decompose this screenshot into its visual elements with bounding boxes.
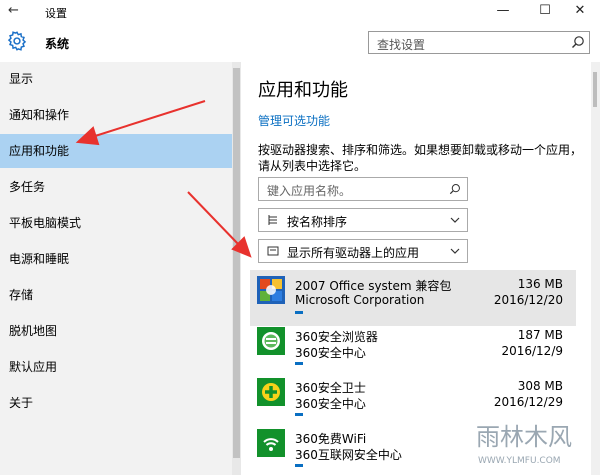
settings-header: 系统 查找设置 <box>0 24 600 62</box>
sidebar-item-label: 应用和功能 <box>9 144 70 158</box>
sidebar-item[interactable]: 默认应用 <box>0 350 232 384</box>
app-name: 360安全卫士 <box>295 381 366 395</box>
section-title: 系统 <box>45 37 70 51</box>
sort-label: 按名称排序 <box>287 215 348 229</box>
minimize-button[interactable]: — <box>483 0 523 24</box>
app-search-input[interactable]: 键入应用名称。 <box>258 177 468 201</box>
settings-search-placeholder: 查找设置 <box>377 38 426 52</box>
app-size: 308 MB <box>517 379 563 393</box>
sidebar-item-label: 显示 <box>9 72 34 86</box>
gear-icon <box>7 31 27 51</box>
sidebar-item-label: 存储 <box>9 288 34 302</box>
chevron-down-icon <box>450 248 460 254</box>
sidebar-item[interactable]: 多任务 <box>0 170 232 204</box>
close-button[interactable]: ✕ <box>560 0 600 24</box>
office-icon <box>257 276 285 304</box>
360-browser-icon <box>257 327 285 355</box>
sidebar-item-label: 通知和操作 <box>9 108 70 122</box>
description-text: 按驱动器搜索、排序和筛选。如果想要卸载或移动一个应用，请从列表中选择它。 <box>258 143 583 173</box>
sidebar-item-label: 多任务 <box>9 180 46 194</box>
sidebar-scroll-thumb[interactable] <box>233 68 240 458</box>
sidebar-item[interactable]: 应用和功能 <box>0 134 232 168</box>
app-list-item[interactable]: 360安全浏览器 360安全中心 187 MB 2016/12/9 <box>250 321 576 377</box>
360-safe-icon <box>257 378 285 406</box>
title-bar: ← 设置 — ☐ ✕ <box>0 0 600 24</box>
watermark-logo: 雨林木风 WWW.YLMFU.COM <box>470 407 596 471</box>
search-icon[interactable] <box>449 183 461 195</box>
watermark-title: 雨林木风 <box>476 423 572 451</box>
main-scroll-thumb[interactable] <box>593 72 597 107</box>
sidebar-item-label: 脱机地图 <box>9 324 58 338</box>
app-size: 136 MB <box>517 277 563 291</box>
app-size-bar <box>295 413 303 416</box>
app-publisher: Microsoft Corporation <box>295 293 425 307</box>
sidebar-item[interactable]: 平板电脑模式 <box>0 206 232 240</box>
360-wifi-icon <box>257 429 285 457</box>
sidebar-item[interactable]: 脱机地图 <box>0 314 232 348</box>
app-size-bar <box>295 311 303 314</box>
sidebar-item-label: 关于 <box>9 396 34 410</box>
window-title: 设置 <box>45 7 67 20</box>
sidebar-scrollbar[interactable] <box>232 62 241 475</box>
drive-icon <box>267 246 279 256</box>
drive-filter-label: 显示所有驱动器上的应用 <box>287 246 420 260</box>
app-name: 360安全浏览器 <box>295 330 378 344</box>
app-publisher: 360安全中心 <box>295 397 366 411</box>
app-install-date: 2016/12/20 <box>493 293 563 307</box>
maximize-button[interactable]: ☐ <box>525 0 565 24</box>
manage-optional-features-link[interactable]: 管理可选功能 <box>258 112 330 129</box>
sidebar-item-label: 平板电脑模式 <box>9 216 82 230</box>
settings-search-input[interactable]: 查找设置 <box>368 31 590 54</box>
drive-filter-dropdown[interactable]: 显示所有驱动器上的应用 <box>258 239 468 263</box>
app-name: 2007 Office system 兼容包 <box>295 279 452 293</box>
sidebar: 显示通知和操作应用和功能多任务平板电脑模式 电源和睡眠存储脱机地图默认应用关于 <box>0 62 232 475</box>
page-title: 应用和功能 <box>258 80 348 101</box>
chevron-down-icon <box>450 217 460 223</box>
app-name: 360免费WiFi <box>295 432 367 446</box>
sidebar-item[interactable]: 显示 <box>0 62 232 96</box>
search-icon[interactable] <box>571 35 585 49</box>
app-publisher: 360互联网安全中心 <box>295 448 402 462</box>
app-size-bar <box>295 362 303 365</box>
app-search-placeholder: 键入应用名称。 <box>267 184 352 198</box>
sidebar-item[interactable]: 关于 <box>0 386 232 420</box>
watermark-url: WWW.YLMFU.COM <box>478 456 561 466</box>
app-size: 187 MB <box>517 328 563 342</box>
sidebar-item-label: 默认应用 <box>9 360 58 374</box>
sort-dropdown[interactable]: 按名称排序 <box>258 208 468 232</box>
sidebar-item[interactable]: 电源和睡眠 <box>0 242 232 276</box>
sidebar-item[interactable]: 通知和操作 <box>0 98 232 132</box>
app-install-date: 2016/12/9 <box>501 344 563 358</box>
sidebar-item[interactable]: 存储 <box>0 278 232 312</box>
app-list-item[interactable]: 2007 Office system 兼容包 Microsoft Corporat… <box>250 270 576 326</box>
back-arrow-icon[interactable]: ← <box>8 3 19 18</box>
sidebar-item-label: 电源和睡眠 <box>9 252 70 266</box>
app-size-bar <box>295 464 303 467</box>
app-publisher: 360安全中心 <box>295 346 366 360</box>
sort-icon <box>268 215 277 225</box>
